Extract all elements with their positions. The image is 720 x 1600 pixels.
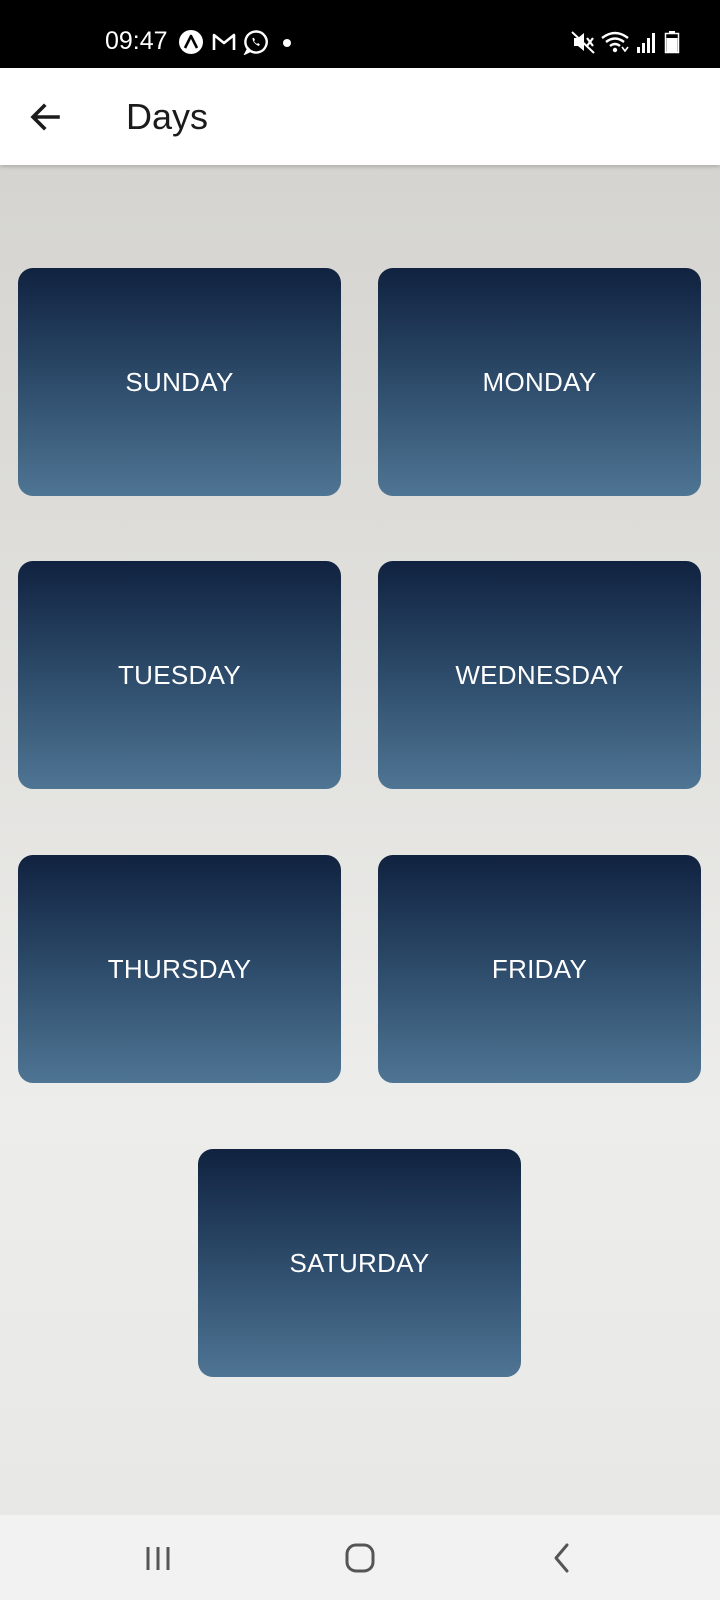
- day-card-sunday[interactable]: SUNDAY: [18, 268, 341, 496]
- day-card-monday[interactable]: MONDAY: [378, 268, 701, 496]
- wifi-icon: [600, 29, 630, 55]
- status-bar: 09:47: [0, 0, 720, 68]
- arrow-back-icon: [30, 103, 60, 131]
- day-card-wednesday[interactable]: WEDNESDAY: [378, 561, 701, 789]
- days-grid: SUNDAY MONDAY TUESDAY WEDNESDAY THURSDAY…: [0, 165, 720, 1515]
- gmail-icon: [211, 29, 237, 55]
- page-title: Days: [126, 96, 209, 137]
- day-label: SUNDAY: [125, 366, 234, 397]
- day-card-tuesday[interactable]: TUESDAY: [18, 561, 341, 789]
- home-icon: [345, 1543, 375, 1573]
- back-button[interactable]: [22, 93, 70, 141]
- system-nav-bar: [0, 1515, 720, 1600]
- signal-icon: [636, 29, 658, 55]
- mute-icon: [570, 29, 596, 55]
- recents-icon: [146, 1547, 170, 1570]
- whatsapp-icon: [243, 29, 269, 55]
- nav-back-button[interactable]: [537, 1533, 587, 1583]
- day-label: THURSDAY: [107, 953, 252, 984]
- autopilot-icon: [178, 29, 204, 55]
- notification-dot-icon: [280, 29, 294, 55]
- battery-icon: [664, 29, 680, 55]
- day-label: WEDNESDAY: [455, 659, 624, 690]
- home-button[interactable]: [335, 1533, 385, 1583]
- day-label: SATURDAY: [289, 1247, 430, 1278]
- day-label: FRIDAY: [491, 953, 588, 984]
- day-label: TUESDAY: [118, 659, 241, 690]
- day-card-saturday[interactable]: SATURDAY: [198, 1149, 521, 1377]
- app-bar: Days: [0, 68, 720, 165]
- day-card-thursday[interactable]: THURSDAY: [18, 855, 341, 1083]
- day-label: MONDAY: [482, 366, 597, 397]
- nav-back-icon: [554, 1543, 569, 1573]
- day-card-friday[interactable]: FRIDAY: [378, 855, 701, 1083]
- recents-button[interactable]: [133, 1533, 183, 1583]
- status-time: 09:47: [105, 27, 168, 55]
